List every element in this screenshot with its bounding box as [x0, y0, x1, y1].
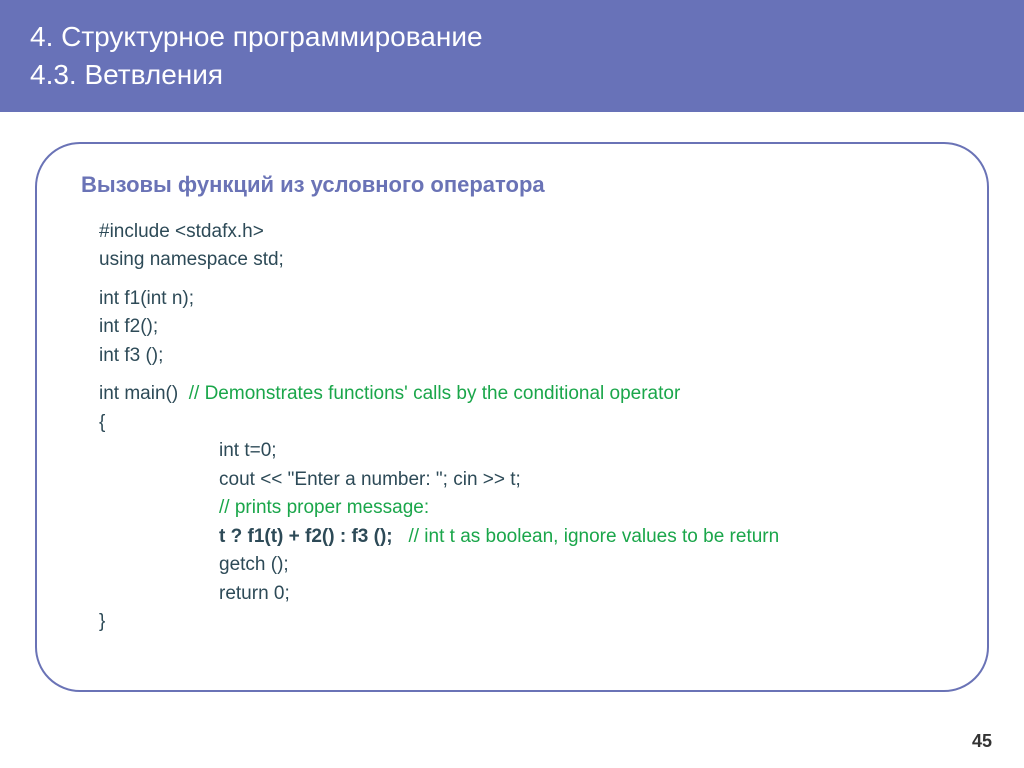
content-area: Вызовы функций из условного оператора #i… — [0, 112, 1024, 692]
code-line: int main() // Demonstrates functions' ca… — [99, 380, 957, 409]
code-line: #include <stdafx.h> — [99, 218, 957, 247]
content-frame: Вызовы функций из условного оператора #i… — [35, 142, 989, 692]
code-line: int t=0; — [99, 437, 957, 466]
code-line: // prints proper message: — [99, 494, 957, 523]
code-line: cout << "Enter a number: "; cin >> t; — [99, 466, 957, 495]
header-line-1: 4. Структурное программирование — [30, 18, 994, 56]
code-line: using namespace std; — [99, 246, 957, 275]
code-line: t ? f1(t) + f2() : f3 (); // int t as bo… — [99, 523, 957, 552]
header-line-2: 4.3. Ветвления — [30, 56, 994, 94]
subheading: Вызовы функций из условного оператора — [81, 172, 957, 198]
page-number: 45 — [972, 731, 992, 752]
code-line: getch (); — [99, 551, 957, 580]
code-block: #include <stdafx.h> using namespace std;… — [99, 218, 957, 637]
code-line: return 0; — [99, 580, 957, 609]
code-line: int f2(); — [99, 313, 957, 342]
code-line: { — [99, 409, 957, 438]
code-line: } — [99, 608, 957, 637]
code-line: int f3 (); — [99, 342, 957, 371]
code-line: int f1(int n); — [99, 285, 957, 314]
slide-header: 4. Структурное программирование 4.3. Вет… — [0, 0, 1024, 112]
